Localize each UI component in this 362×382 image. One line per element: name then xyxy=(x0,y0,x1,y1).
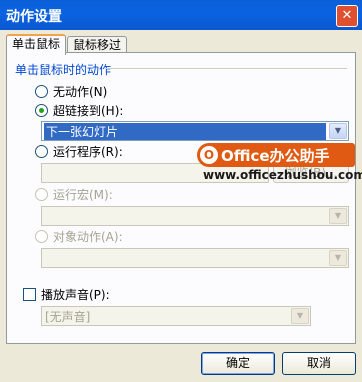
close-button[interactable]: ✕ xyxy=(336,5,358,27)
group-label: 单击鼠标时的动作 xyxy=(15,63,112,77)
radio-hyperlink[interactable] xyxy=(35,104,48,117)
radio-none[interactable] xyxy=(35,85,48,98)
radio-run-macro[interactable] xyxy=(35,188,48,201)
sound-select[interactable]: [无声音] ▼ xyxy=(41,306,311,326)
option-run-program[interactable]: 运行程序(R): xyxy=(35,143,123,160)
window-title: 动作设置 xyxy=(6,9,62,25)
chevron-down-icon[interactable]: ▼ xyxy=(329,123,347,139)
ok-button[interactable]: 确定 xyxy=(201,352,275,375)
option-hyperlink[interactable]: 超链接到(H): xyxy=(35,102,123,119)
option-run-macro-label: 运行宏(M): xyxy=(53,188,113,202)
tab-click[interactable]: 单击鼠标 xyxy=(6,34,67,55)
cancel-button-label: 取消 xyxy=(306,356,331,370)
option-none[interactable]: 无动作(N) xyxy=(35,83,107,100)
chevron-down-icon[interactable]: ▼ xyxy=(329,208,347,224)
macro-select[interactable]: ▼ xyxy=(41,206,349,226)
radio-run-program[interactable] xyxy=(35,145,48,158)
chevron-down-icon[interactable]: ▼ xyxy=(329,250,347,266)
group-divider xyxy=(105,68,347,69)
watermark-brand: Office办公助手 xyxy=(221,147,330,165)
play-sound-option[interactable]: 播放声音(P): xyxy=(23,286,110,303)
option-object-action-label: 对象动作(A): xyxy=(53,230,123,244)
radio-object-action[interactable] xyxy=(35,230,48,243)
tab-mouseover-label: 鼠标移过 xyxy=(73,38,122,52)
hyperlink-select[interactable]: 下一张幻灯片 ▼ xyxy=(41,121,349,141)
chevron-down-icon[interactable]: ▼ xyxy=(291,308,309,324)
title-bar: 动作设置 ✕ xyxy=(0,0,362,30)
option-run-program-label: 运行程序(R): xyxy=(53,145,123,159)
watermark-badge: O Office办公助手 xyxy=(197,143,355,167)
option-run-macro[interactable]: 运行宏(M): xyxy=(35,186,113,203)
dialog-body: 单击鼠标 鼠标移过 单击鼠标时的动作 无动作(N) 超链接到(H): 下一张幻灯… xyxy=(0,30,362,382)
play-sound-label: 播放声音(P): xyxy=(41,288,110,302)
option-hyperlink-label: 超链接到(H): xyxy=(53,104,124,118)
option-object-action[interactable]: 对象动作(A): xyxy=(35,228,123,245)
ok-button-label: 确定 xyxy=(225,356,250,370)
play-sound-checkbox[interactable] xyxy=(23,288,36,301)
watermark-url: www.officezhushou.com xyxy=(203,168,362,182)
close-icon: ✕ xyxy=(341,8,353,23)
sound-select-value: [无声音] xyxy=(45,310,91,324)
hyperlink-select-value: 下一张幻灯片 xyxy=(44,123,326,140)
tab-panel: 单击鼠标时的动作 无动作(N) 超链接到(H): 下一张幻灯片 ▼ 运行程序(R… xyxy=(6,52,356,344)
cancel-button[interactable]: 取消 xyxy=(282,352,356,375)
option-none-label: 无动作(N) xyxy=(53,85,108,99)
object-action-select[interactable]: ▼ xyxy=(41,248,349,268)
office-logo-icon: O xyxy=(200,146,218,164)
tab-click-label: 单击鼠标 xyxy=(12,37,61,51)
